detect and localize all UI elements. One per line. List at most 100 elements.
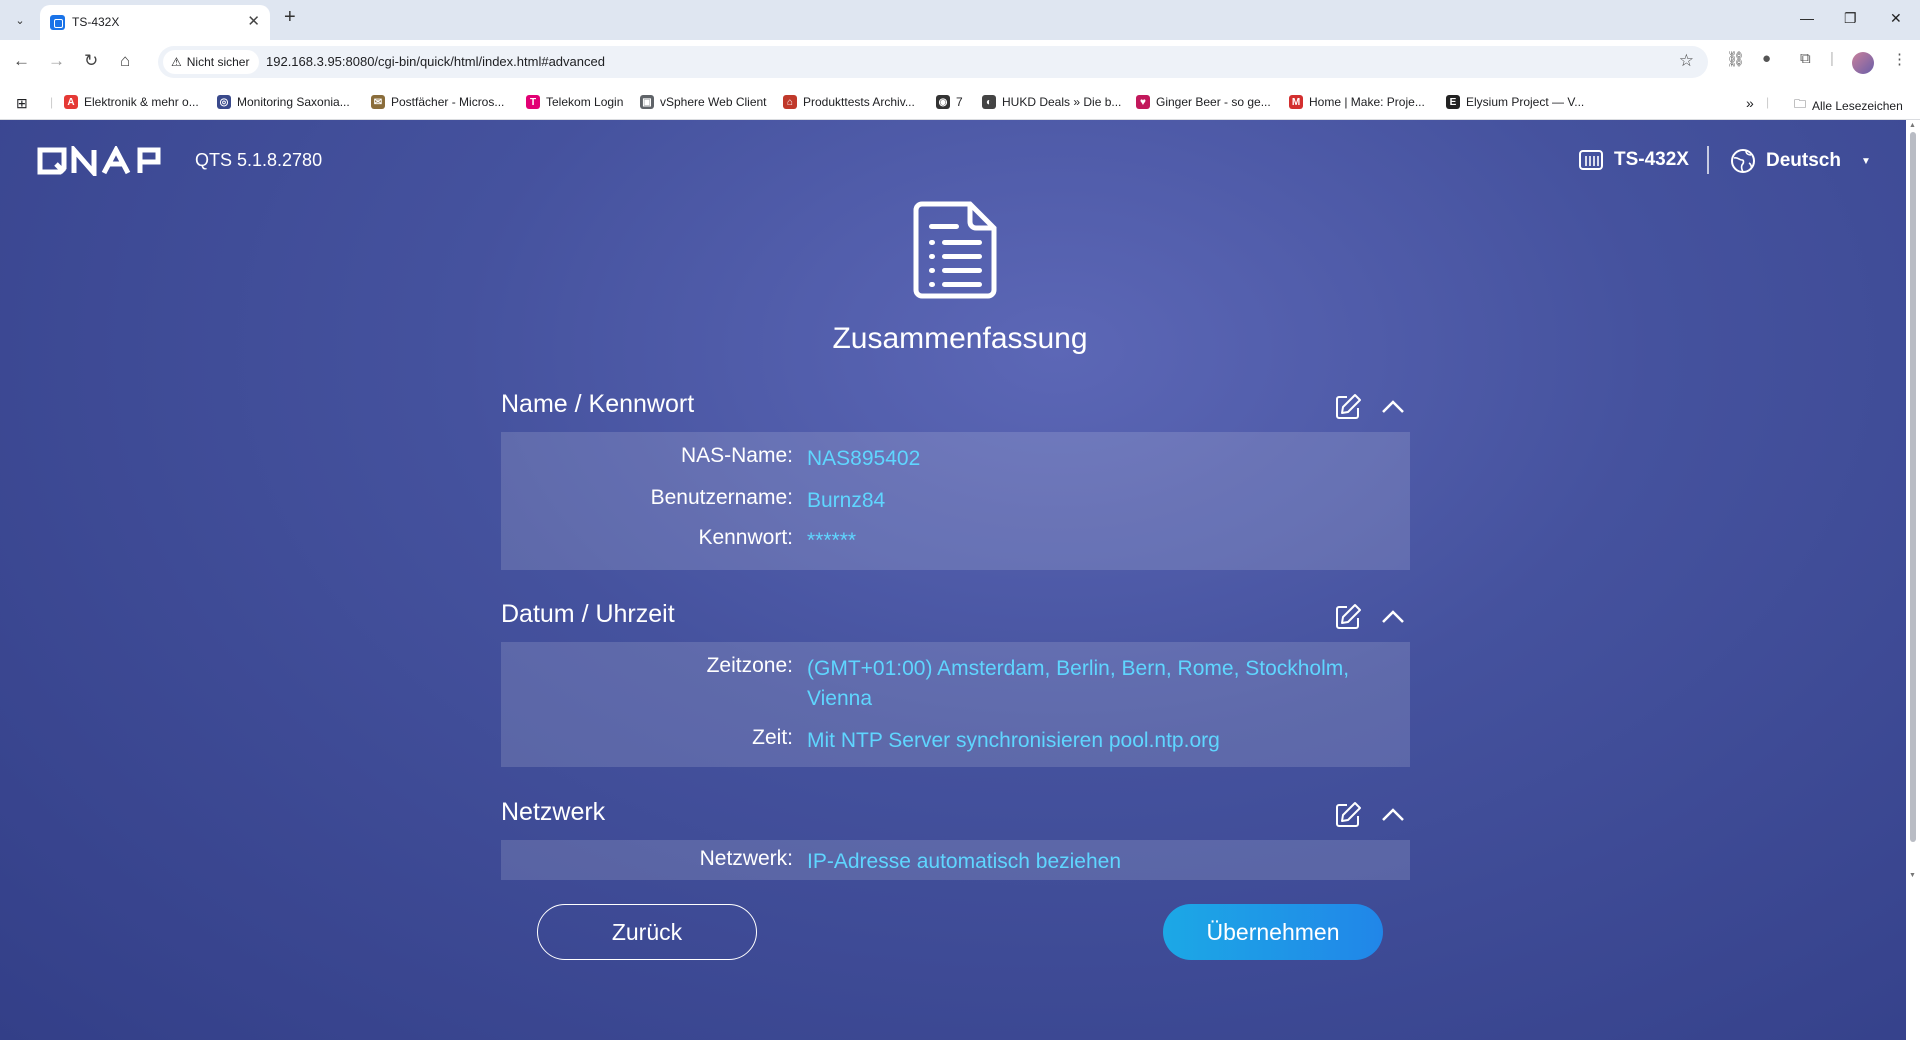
bookmark-label: Monitoring Saxonia... <box>237 95 350 109</box>
chevron-up-icon[interactable] <box>1379 804 1407 824</box>
extension-alert-icon[interactable]: ● <box>1762 50 1771 67</box>
chevron-up-icon[interactable] <box>1379 606 1407 626</box>
scrollbar-thumb[interactable] <box>1910 132 1916 842</box>
row-value: ****** <box>807 529 857 552</box>
apply-button[interactable]: Übernehmen <box>1163 904 1383 960</box>
link-icon[interactable]: ⛓ <box>1726 50 1745 68</box>
section-title: Datum / Uhrzeit <box>501 600 675 628</box>
section-body-name-password: NAS-Name: NAS895402 Benutzername: Burnz8… <box>501 432 1410 570</box>
bookmark-item[interactable]: M Home | Make: Proje... <box>1289 95 1425 109</box>
more-bookmarks-icon[interactable]: » <box>1746 95 1754 111</box>
home-icon[interactable]: ⌂ <box>120 51 130 71</box>
nas-device-icon <box>1579 150 1603 170</box>
security-chip[interactable]: ⚠ Nicht sicher <box>163 50 260 74</box>
new-tab-button[interactable]: + <box>284 6 296 29</box>
window-close-icon[interactable]: ✕ <box>1890 10 1902 27</box>
language-label: Deutsch <box>1766 150 1841 171</box>
bookmark-label: 7 <box>956 95 963 109</box>
bookmark-label: Ginger Beer - so ge... <box>1156 95 1271 109</box>
toolbar-divider: | <box>1830 50 1834 67</box>
qnap-setup-page: QTS 5.1.8.2780 TS-432X Deutsch ▼ Zusamme… <box>0 120 1920 1040</box>
chevron-up-icon[interactable] <box>1379 396 1407 416</box>
bookmark-label: vSphere Web Client <box>660 95 767 109</box>
browser-tab-bar: ⌄ TS-432X ✕ + — ❐ ✕ <box>0 0 1920 40</box>
bookmark-favicon-icon: ◉ <box>936 95 950 109</box>
row-label: Zeitzone: <box>706 654 793 677</box>
row-label: NAS-Name: <box>680 444 793 467</box>
browser-tab-active[interactable]: TS-432X ✕ <box>40 5 270 40</box>
extensions-puzzle-icon[interactable]: ⧉ <box>1800 50 1811 67</box>
bookmarks-divider: | <box>1766 95 1770 109</box>
bookmark-item[interactable]: T Telekom Login <box>526 95 623 109</box>
back-button[interactable]: Zurück <box>537 904 757 960</box>
security-label: Nicht sicher <box>186 55 250 69</box>
device-name: TS-432X <box>1614 149 1689 170</box>
section-header-network: Netzwerk <box>501 790 1410 830</box>
bookmark-label: Postfächer - Micros... <box>391 95 505 109</box>
apps-grid-icon[interactable]: ⊞ <box>16 95 28 112</box>
bookmark-item[interactable]: E Elysium Project — V... <box>1446 95 1584 109</box>
section-title: Netzwerk <box>501 798 606 826</box>
bookmark-favicon-icon: M <box>1289 95 1303 109</box>
bookmark-item[interactable]: ✉ Postfächer - Micros... <box>371 95 504 109</box>
tab-close-icon[interactable]: ✕ <box>247 12 260 30</box>
url-text[interactable]: 192.168.3.95:8080/cgi-bin/quick/html/ind… <box>266 54 605 69</box>
page-title: Zusammenfassung <box>832 322 1088 355</box>
bookmark-label: Elektronik & mehr o... <box>84 95 199 109</box>
address-bar[interactable]: ⚠ Nicht sicher 192.168.3.95:8080/cgi-bin… <box>158 46 1708 78</box>
section-body-network: Netzwerk: IP-Adresse automatisch beziehe… <box>501 840 1410 880</box>
edit-icon[interactable] <box>1333 602 1363 632</box>
all-bookmarks-button[interactable]: 🗀 Alle Lesezeichen <box>1794 95 1903 116</box>
forward-arrow-icon[interactable]: → <box>48 51 65 71</box>
browser-toolbar: ← → ↻ ⌂ ⚠ Nicht sicher 192.168.3.95:8080… <box>0 40 1920 85</box>
restore-icon[interactable]: ❐ <box>1844 10 1857 27</box>
reload-icon[interactable]: ↻ <box>84 51 98 71</box>
qnap-favicon-icon <box>50 15 65 30</box>
profile-avatar[interactable] <box>1852 52 1874 74</box>
language-selector[interactable]: Deutsch ▼ <box>1730 148 1871 174</box>
bookmark-label: Produkttests Archiv... <box>803 95 915 109</box>
bookmark-item[interactable]: ◐ HUKD Deals » Die b... <box>982 95 1121 109</box>
bookmark-item[interactable]: ◎ Monitoring Saxonia... <box>217 95 350 109</box>
section-header-date-time: Datum / Uhrzeit <box>501 592 1410 632</box>
qnap-logo <box>37 146 161 176</box>
tab-title: TS-432X <box>72 15 120 29</box>
folder-icon: 🗀 <box>1794 97 1807 111</box>
scroll-up-icon[interactable]: ▲ <box>1909 122 1916 129</box>
edit-icon[interactable] <box>1333 800 1363 830</box>
row-value: (GMT+01:00) Amsterdam, Berlin, Bern, Rom… <box>807 657 1350 710</box>
bookmark-favicon-icon: ♥ <box>1136 95 1150 109</box>
all-bookmarks-label: Alle Lesezeichen <box>1812 98 1903 113</box>
minimize-icon[interactable]: — <box>1800 10 1814 26</box>
bookmarks-bar: ⊞ | A Elektronik & mehr o... ◎ Monitoring S… <box>0 85 1920 120</box>
bookmark-item[interactable]: ⌂ Produkttests Archiv... <box>783 95 915 109</box>
warning-icon: ⚠ <box>171 55 182 69</box>
row-value: IP-Adresse automatisch beziehen <box>807 850 1122 873</box>
section-header-name-password: Name / Kennwort <box>501 382 1410 422</box>
back-arrow-icon[interactable]: ← <box>13 51 30 71</box>
bookmark-item[interactable]: A Elektronik & mehr o... <box>64 95 199 109</box>
bookmark-favicon-icon: ▣ <box>640 95 654 109</box>
tab-search-button[interactable]: ⌄ <box>8 9 32 31</box>
menu-kebab-icon[interactable]: ⋮ <box>1892 50 1907 68</box>
bookmark-label: Home | Make: Proje... <box>1309 95 1425 109</box>
bookmark-star-icon[interactable]: ☆ <box>1679 51 1694 71</box>
bookmark-item[interactable]: ◉ 7 <box>936 95 963 109</box>
bookmarks-divider: | <box>50 95 54 109</box>
bookmark-label: HUKD Deals » Die b... <box>1002 95 1122 109</box>
row-label: Netzwerk: <box>699 847 793 870</box>
firmware-version: QTS 5.1.8.2780 <box>195 150 323 170</box>
row-value: Burnz84 <box>807 489 886 512</box>
bookmark-item[interactable]: ♥ Ginger Beer - so ge... <box>1136 95 1271 109</box>
row-value: NAS895402 <box>807 447 921 470</box>
bookmark-label: Telekom Login <box>546 95 624 109</box>
bookmark-favicon-icon: ⌂ <box>783 95 797 109</box>
page-scrollbar[interactable]: ▲ ▼ <box>1906 120 1920 1040</box>
edit-icon[interactable] <box>1333 392 1363 422</box>
chevron-down-icon: ▼ <box>1860 155 1871 167</box>
bookmark-item[interactable]: ▣ vSphere Web Client <box>640 95 767 109</box>
row-label: Benutzername: <box>650 486 793 509</box>
device-indicator: TS-432X <box>1578 148 1689 172</box>
bookmark-favicon-icon: A <box>64 95 78 109</box>
scroll-down-icon[interactable]: ▼ <box>1909 872 1916 879</box>
